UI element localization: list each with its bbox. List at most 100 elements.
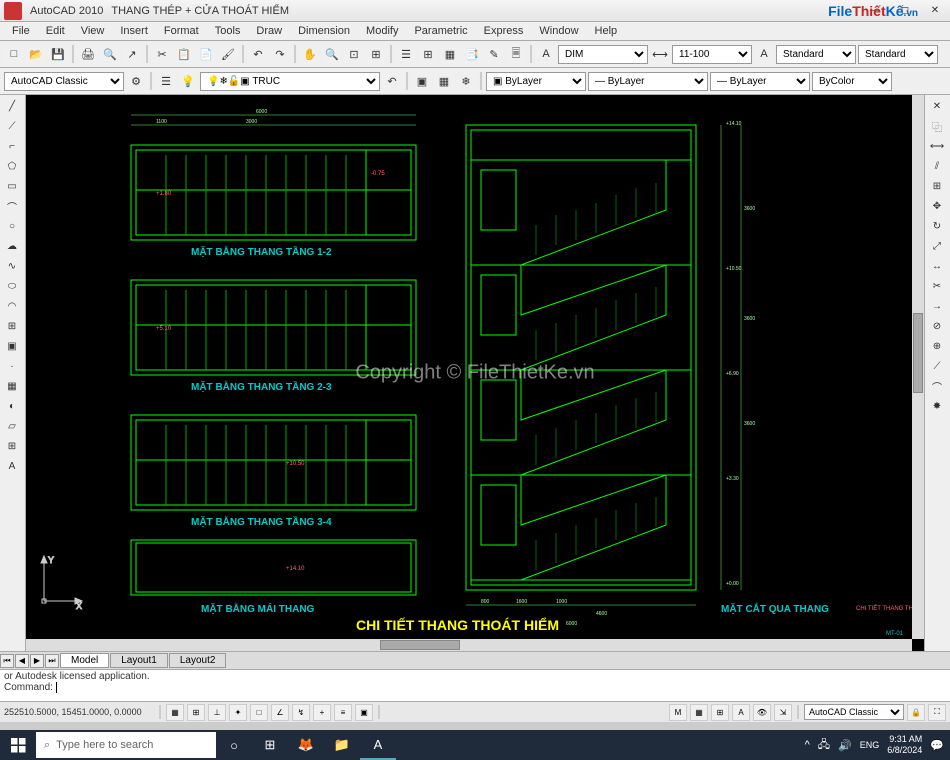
menu-modify[interactable]: Modify [358,23,406,39]
clean-screen-icon[interactable]: ⛶ [928,704,946,721]
trim-tool-icon[interactable]: ✂ [927,277,947,295]
command-window[interactable]: or Autodesk licensed application. Comman… [0,669,950,701]
extend-tool-icon[interactable]: → [927,297,947,315]
taskbar-search[interactable]: ⌕ Type here to search [36,732,216,758]
polyline-tool-icon[interactable]: ⌐ [2,137,22,155]
cut-button[interactable]: ✂ [152,44,172,64]
explode-tool-icon[interactable]: ✸ [927,397,947,415]
table-style-combo[interactable]: Standard [858,45,938,64]
toolpalette-button[interactable]: ▦ [440,44,460,64]
tray-overflow-icon[interactable]: ^ [805,739,810,751]
polygon-tool-icon[interactable]: ⬠ [2,157,22,175]
linetype-combo[interactable]: — ByLayer [588,72,708,91]
arc-tool-icon[interactable]: ⌒ [2,197,22,215]
region-tool-icon[interactable]: ▱ [2,417,22,435]
break-tool-icon[interactable]: ⊘ [927,317,947,335]
vertical-scrollbar[interactable] [912,95,924,639]
tab-layout2[interactable]: Layout2 [169,653,227,668]
tab-nav-next-icon[interactable]: ▶ [30,654,44,668]
start-button[interactable] [0,730,36,760]
polar-toggle-icon[interactable]: ✦ [229,704,247,721]
plotstyle-combo[interactable]: ByColor [812,72,892,91]
make-block-tool-icon[interactable]: ▣ [2,337,22,355]
join-tool-icon[interactable]: ⊕ [927,337,947,355]
lock-ui-icon[interactable]: 🔒 [907,704,925,721]
menu-dimension[interactable]: Dimension [290,23,358,39]
layer-states-button[interactable]: 💡 [178,71,198,91]
osnap-toggle-icon[interactable]: □ [250,704,268,721]
workspace-switching-combo[interactable]: AutoCAD Classic [804,704,904,720]
circle-tool-icon[interactable]: ○ [2,217,22,235]
grid-toggle-icon[interactable]: ⊞ [187,704,205,721]
scale-tool-icon[interactable]: ⤢ [927,237,947,255]
table-tool-icon[interactable]: ⊞ [2,437,22,455]
file-explorer-icon[interactable]: 📁 [324,730,360,760]
lwt-toggle-icon[interactable]: ≡ [334,704,352,721]
taskbar-clock[interactable]: 9:31 AM 6/8/2024 [887,734,922,756]
ducs-toggle-icon[interactable]: ↯ [292,704,310,721]
cortana-icon[interactable]: ○ [216,730,252,760]
menu-parametric[interactable]: Parametric [406,23,475,39]
zoom-extents-button[interactable]: ⊡ [344,44,364,64]
tab-nav-prev-icon[interactable]: ◀ [15,654,29,668]
plot-button[interactable]: 🖨 [78,44,98,64]
stretch-tool-icon[interactable]: ↔ [927,257,947,275]
network-icon[interactable]: 🖧 [818,736,830,755]
annotation-scale-icon[interactable]: A [732,704,750,721]
annotation-button[interactable]: A [536,44,556,64]
lineweight-combo[interactable]: — ByLayer [710,72,810,91]
line-tool-icon[interactable]: ╱ [2,97,22,115]
otrack-toggle-icon[interactable]: ∠ [271,704,289,721]
dim-style-combo[interactable]: DIM [558,45,648,64]
ortho-toggle-icon[interactable]: ⊥ [208,704,226,721]
match-button[interactable]: 🖌 [218,44,238,64]
copy-tool-icon[interactable]: ⿻ [927,117,947,135]
menu-insert[interactable]: Insert [112,23,156,39]
ellipse-arc-tool-icon[interactable]: ◠ [2,297,22,315]
point-tool-icon[interactable]: · [2,357,22,375]
task-view-icon[interactable]: ⊞ [252,730,288,760]
model-paper-toggle-icon[interactable]: M [669,704,687,721]
menu-format[interactable]: Format [156,23,207,39]
array-tool-icon[interactable]: ⊞ [927,177,947,195]
layer-iso-button[interactable]: ▦ [434,71,454,91]
mirror-tool-icon[interactable]: ⟷ [927,137,947,155]
construction-line-tool-icon[interactable]: ⟋ [2,117,22,135]
spline-tool-icon[interactable]: ∿ [2,257,22,275]
zoom-button[interactable]: 🔍 [322,44,342,64]
layer-combo[interactable]: 💡❄🔓▣ TRUC [200,72,380,91]
quickview-drawings-icon[interactable]: ⊞ [711,704,729,721]
annotation-scale-combo[interactable]: 11-100 [672,45,752,64]
fillet-tool-icon[interactable]: ⌒ [927,377,947,395]
menu-file[interactable]: File [4,23,38,39]
mtext-tool-icon[interactable]: A [2,457,22,475]
sheetset-button[interactable]: 📑 [462,44,482,64]
dyn-toggle-icon[interactable]: + [313,704,331,721]
undo-button[interactable]: ↶ [248,44,268,64]
chamfer-tool-icon[interactable]: ⟋ [927,357,947,375]
tab-nav-last-icon[interactable]: ⏭ [45,654,59,668]
drawing-canvas[interactable]: MẶT BẰNG THANG TẦNG 1-2 MẶT BẰNG THANG T… [26,95,924,651]
ellipse-tool-icon[interactable]: ⬭ [2,277,22,295]
redo-button[interactable]: ↷ [270,44,290,64]
revision-cloud-tool-icon[interactable]: ☁ [2,237,22,255]
notifications-icon[interactable]: 💬 [930,739,944,752]
rotate-tool-icon[interactable]: ↻ [927,217,947,235]
menu-window[interactable]: Window [531,23,586,39]
zoom-window-button[interactable]: ⊞ [366,44,386,64]
quickview-layouts-icon[interactable]: ▦ [690,704,708,721]
preview-button[interactable]: 🔍 [100,44,120,64]
firefox-icon[interactable]: 🦊 [288,730,324,760]
markup-button[interactable]: ✎ [484,44,504,64]
workspace-combo[interactable]: AutoCAD Classic [4,72,124,91]
erase-tool-icon[interactable]: ✕ [927,97,947,115]
pan-button[interactable]: ✋ [300,44,320,64]
calc-button[interactable]: 🗏 [506,44,526,64]
copy-button[interactable]: 📋 [174,44,194,64]
layer-match-button[interactable]: ▣ [412,71,432,91]
color-combo[interactable]: ▣ ByLayer [486,72,586,91]
layer-freeze-button[interactable]: ❄ [456,71,476,91]
text-style-button[interactable]: A [754,44,774,64]
tab-model[interactable]: Model [60,653,109,668]
autocad-taskbar-icon[interactable]: A [360,730,396,760]
